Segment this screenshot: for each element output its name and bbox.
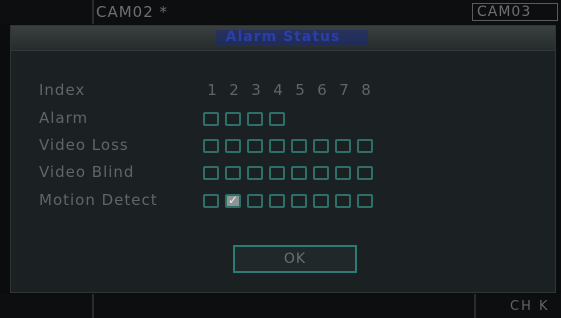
- status-checkbox[interactable]: [225, 166, 241, 180]
- index-label: Index: [39, 81, 86, 99]
- status-checkbox[interactable]: [313, 194, 329, 208]
- status-checkbox[interactable]: [203, 194, 219, 208]
- status-checkbox[interactable]: [291, 194, 307, 208]
- status-checkbox[interactable]: [269, 166, 285, 180]
- status-checkbox[interactable]: [313, 166, 329, 180]
- bottom-divider-right: [474, 294, 476, 318]
- ok-button[interactable]: OK: [233, 245, 357, 273]
- camera-label-right: CAM03: [472, 3, 558, 21]
- row-label: Video Blind: [39, 163, 135, 181]
- status-checkbox[interactable]: [291, 139, 307, 153]
- index-number: 1: [207, 81, 217, 99]
- alarm-status-dialog: Alarm Status Index 12345678 Alarm Video L…: [10, 25, 556, 293]
- index-number: 4: [273, 81, 283, 99]
- status-checkbox[interactable]: [335, 139, 351, 153]
- channel-indicator: CH K: [510, 299, 550, 314]
- index-number: 3: [251, 81, 261, 99]
- top-divider: [92, 0, 94, 24]
- status-checkbox[interactable]: [291, 166, 307, 180]
- status-checkbox[interactable]: [247, 166, 263, 180]
- dialog-title: Alarm Status: [225, 29, 341, 45]
- status-checkbox[interactable]: [225, 112, 241, 126]
- status-checkbox[interactable]: [313, 139, 329, 153]
- bottom-divider-left: [92, 294, 94, 318]
- status-checkbox[interactable]: [269, 112, 285, 126]
- status-checkbox[interactable]: [335, 166, 351, 180]
- index-number: 5: [295, 81, 305, 99]
- index-number: 7: [339, 81, 349, 99]
- index-number: 8: [361, 81, 371, 99]
- status-checkbox[interactable]: [203, 166, 219, 180]
- row-label: Alarm: [39, 109, 89, 127]
- status-checkbox[interactable]: [247, 112, 263, 126]
- status-checkbox[interactable]: [247, 139, 263, 153]
- status-checkbox[interactable]: [335, 194, 351, 208]
- status-checkbox[interactable]: [357, 194, 373, 208]
- status-checkbox[interactable]: [357, 166, 373, 180]
- status-checkbox[interactable]: [269, 139, 285, 153]
- status-checkbox[interactable]: [203, 112, 219, 126]
- status-checkbox[interactable]: [225, 139, 241, 153]
- dialog-title-bar: Alarm Status: [11, 26, 555, 51]
- status-checkbox[interactable]: [357, 139, 373, 153]
- camera-label-left: CAM02 *: [96, 3, 169, 21]
- bottom-bar: [0, 294, 561, 318]
- index-number: 6: [317, 81, 327, 99]
- status-checkbox[interactable]: [203, 139, 219, 153]
- status-checkbox[interactable]: [225, 193, 241, 208]
- index-number: 2: [229, 81, 239, 99]
- row-label: Motion Detect: [39, 191, 158, 209]
- status-checkbox[interactable]: [247, 194, 263, 208]
- status-checkbox[interactable]: [269, 194, 285, 208]
- row-label: Video Loss: [39, 136, 129, 154]
